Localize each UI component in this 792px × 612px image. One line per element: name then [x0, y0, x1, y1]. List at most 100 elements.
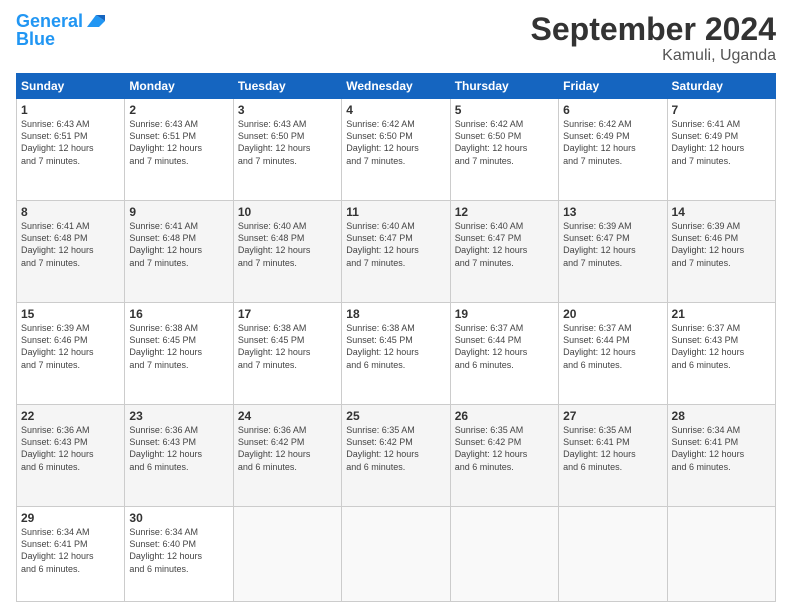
weekday-header-row: Sunday Monday Tuesday Wednesday Thursday… [17, 74, 776, 99]
calendar-table: Sunday Monday Tuesday Wednesday Thursday… [16, 73, 776, 602]
day-number: 2 [129, 103, 228, 117]
day-info: Sunrise: 6:40 AMSunset: 6:47 PMDaylight:… [346, 220, 445, 269]
day-info: Sunrise: 6:41 AMSunset: 6:49 PMDaylight:… [672, 118, 771, 167]
header-thursday: Thursday [450, 74, 558, 99]
day-info: Sunrise: 6:34 AMSunset: 6:41 PMDaylight:… [672, 424, 771, 473]
day-info: Sunrise: 6:38 AMSunset: 6:45 PMDaylight:… [129, 322, 228, 371]
day-info: Sunrise: 6:41 AMSunset: 6:48 PMDaylight:… [21, 220, 120, 269]
day-number: 23 [129, 409, 228, 423]
day-number: 9 [129, 205, 228, 219]
day-info: Sunrise: 6:38 AMSunset: 6:45 PMDaylight:… [346, 322, 445, 371]
table-row [559, 507, 667, 602]
page: General Blue September 2024 Kamuli, Ugan… [0, 0, 792, 612]
day-info: Sunrise: 6:35 AMSunset: 6:42 PMDaylight:… [346, 424, 445, 473]
day-info: Sunrise: 6:36 AMSunset: 6:43 PMDaylight:… [21, 424, 120, 473]
table-row: 18Sunrise: 6:38 AMSunset: 6:45 PMDayligh… [342, 303, 450, 405]
day-info: Sunrise: 6:37 AMSunset: 6:43 PMDaylight:… [672, 322, 771, 371]
day-info: Sunrise: 6:42 AMSunset: 6:50 PMDaylight:… [346, 118, 445, 167]
day-info: Sunrise: 6:39 AMSunset: 6:46 PMDaylight:… [21, 322, 120, 371]
day-info: Sunrise: 6:37 AMSunset: 6:44 PMDaylight:… [455, 322, 554, 371]
logo-blue-text: Blue [16, 30, 55, 50]
table-row: 4Sunrise: 6:42 AMSunset: 6:50 PMDaylight… [342, 99, 450, 201]
title-block: September 2024 Kamuli, Uganda [531, 12, 776, 65]
table-row: 2Sunrise: 6:43 AMSunset: 6:51 PMDaylight… [125, 99, 233, 201]
day-info: Sunrise: 6:34 AMSunset: 6:40 PMDaylight:… [129, 526, 228, 575]
day-number: 19 [455, 307, 554, 321]
table-row: 24Sunrise: 6:36 AMSunset: 6:42 PMDayligh… [233, 405, 341, 507]
table-row: 15Sunrise: 6:39 AMSunset: 6:46 PMDayligh… [17, 303, 125, 405]
table-row: 9Sunrise: 6:41 AMSunset: 6:48 PMDaylight… [125, 201, 233, 303]
table-row: 19Sunrise: 6:37 AMSunset: 6:44 PMDayligh… [450, 303, 558, 405]
header-monday: Monday [125, 74, 233, 99]
table-row: 22Sunrise: 6:36 AMSunset: 6:43 PMDayligh… [17, 405, 125, 507]
table-row: 28Sunrise: 6:34 AMSunset: 6:41 PMDayligh… [667, 405, 775, 507]
table-row: 21Sunrise: 6:37 AMSunset: 6:43 PMDayligh… [667, 303, 775, 405]
day-number: 16 [129, 307, 228, 321]
day-number: 24 [238, 409, 337, 423]
table-row: 17Sunrise: 6:38 AMSunset: 6:45 PMDayligh… [233, 303, 341, 405]
table-row [233, 507, 341, 602]
day-info: Sunrise: 6:35 AMSunset: 6:42 PMDaylight:… [455, 424, 554, 473]
day-number: 4 [346, 103, 445, 117]
day-info: Sunrise: 6:42 AMSunset: 6:50 PMDaylight:… [455, 118, 554, 167]
day-info: Sunrise: 6:37 AMSunset: 6:44 PMDaylight:… [563, 322, 662, 371]
day-number: 13 [563, 205, 662, 219]
table-row: 3Sunrise: 6:43 AMSunset: 6:50 PMDaylight… [233, 99, 341, 201]
table-row: 25Sunrise: 6:35 AMSunset: 6:42 PMDayligh… [342, 405, 450, 507]
day-number: 7 [672, 103, 771, 117]
table-row [667, 507, 775, 602]
day-number: 28 [672, 409, 771, 423]
logo: General Blue [16, 12, 107, 50]
table-row: 10Sunrise: 6:40 AMSunset: 6:48 PMDayligh… [233, 201, 341, 303]
table-row: 11Sunrise: 6:40 AMSunset: 6:47 PMDayligh… [342, 201, 450, 303]
day-number: 8 [21, 205, 120, 219]
table-row: 7Sunrise: 6:41 AMSunset: 6:49 PMDaylight… [667, 99, 775, 201]
day-number: 1 [21, 103, 120, 117]
logo-icon [85, 13, 107, 29]
day-info: Sunrise: 6:43 AMSunset: 6:51 PMDaylight:… [129, 118, 228, 167]
day-info: Sunrise: 6:43 AMSunset: 6:51 PMDaylight:… [21, 118, 120, 167]
day-number: 25 [346, 409, 445, 423]
day-number: 10 [238, 205, 337, 219]
day-number: 18 [346, 307, 445, 321]
header-saturday: Saturday [667, 74, 775, 99]
day-info: Sunrise: 6:36 AMSunset: 6:43 PMDaylight:… [129, 424, 228, 473]
day-info: Sunrise: 6:34 AMSunset: 6:41 PMDaylight:… [21, 526, 120, 575]
table-row: 23Sunrise: 6:36 AMSunset: 6:43 PMDayligh… [125, 405, 233, 507]
table-row: 12Sunrise: 6:40 AMSunset: 6:47 PMDayligh… [450, 201, 558, 303]
day-number: 27 [563, 409, 662, 423]
table-row: 14Sunrise: 6:39 AMSunset: 6:46 PMDayligh… [667, 201, 775, 303]
table-row: 27Sunrise: 6:35 AMSunset: 6:41 PMDayligh… [559, 405, 667, 507]
day-number: 26 [455, 409, 554, 423]
day-number: 6 [563, 103, 662, 117]
day-info: Sunrise: 6:35 AMSunset: 6:41 PMDaylight:… [563, 424, 662, 473]
table-row: 20Sunrise: 6:37 AMSunset: 6:44 PMDayligh… [559, 303, 667, 405]
calendar-subtitle: Kamuli, Uganda [531, 47, 776, 65]
day-info: Sunrise: 6:39 AMSunset: 6:47 PMDaylight:… [563, 220, 662, 269]
day-info: Sunrise: 6:42 AMSunset: 6:49 PMDaylight:… [563, 118, 662, 167]
header-sunday: Sunday [17, 74, 125, 99]
day-info: Sunrise: 6:40 AMSunset: 6:48 PMDaylight:… [238, 220, 337, 269]
day-info: Sunrise: 6:38 AMSunset: 6:45 PMDaylight:… [238, 322, 337, 371]
table-row [450, 507, 558, 602]
table-row: 16Sunrise: 6:38 AMSunset: 6:45 PMDayligh… [125, 303, 233, 405]
table-row: 30Sunrise: 6:34 AMSunset: 6:40 PMDayligh… [125, 507, 233, 602]
day-number: 12 [455, 205, 554, 219]
table-row [342, 507, 450, 602]
table-row: 26Sunrise: 6:35 AMSunset: 6:42 PMDayligh… [450, 405, 558, 507]
day-number: 22 [21, 409, 120, 423]
day-info: Sunrise: 6:43 AMSunset: 6:50 PMDaylight:… [238, 118, 337, 167]
day-number: 30 [129, 511, 228, 525]
table-row: 5Sunrise: 6:42 AMSunset: 6:50 PMDaylight… [450, 99, 558, 201]
day-info: Sunrise: 6:36 AMSunset: 6:42 PMDaylight:… [238, 424, 337, 473]
table-row: 8Sunrise: 6:41 AMSunset: 6:48 PMDaylight… [17, 201, 125, 303]
day-number: 20 [563, 307, 662, 321]
header: General Blue September 2024 Kamuli, Ugan… [16, 12, 776, 65]
day-number: 21 [672, 307, 771, 321]
table-row: 13Sunrise: 6:39 AMSunset: 6:47 PMDayligh… [559, 201, 667, 303]
table-row: 6Sunrise: 6:42 AMSunset: 6:49 PMDaylight… [559, 99, 667, 201]
day-number: 3 [238, 103, 337, 117]
header-wednesday: Wednesday [342, 74, 450, 99]
header-tuesday: Tuesday [233, 74, 341, 99]
day-number: 29 [21, 511, 120, 525]
